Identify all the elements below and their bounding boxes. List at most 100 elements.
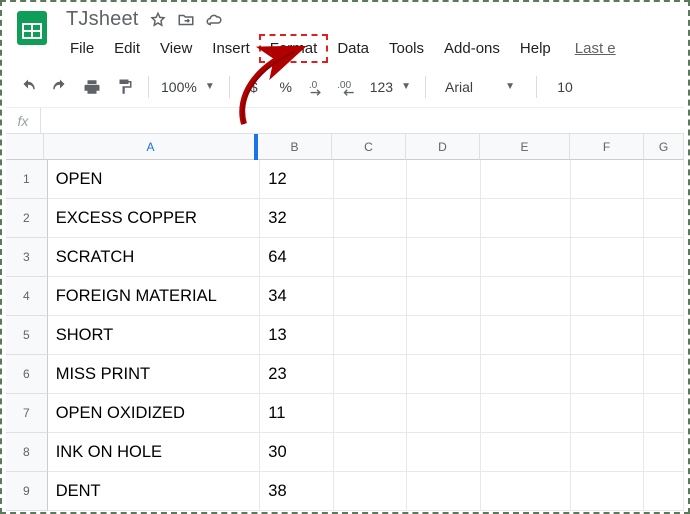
cell[interactable]: 32 <box>260 199 334 238</box>
cell[interactable]: FOREIGN MATERIAL <box>48 277 261 316</box>
cell[interactable] <box>571 394 645 433</box>
cell[interactable]: 38 <box>260 472 334 511</box>
cell[interactable]: SHORT <box>48 316 261 355</box>
cell[interactable] <box>644 433 684 472</box>
row-header[interactable]: 3 <box>6 238 48 277</box>
cell[interactable]: DENT <box>48 472 261 511</box>
zoom-select[interactable]: 100% ▼ <box>159 79 219 95</box>
menu-addons[interactable]: Add-ons <box>434 35 510 62</box>
cell[interactable] <box>407 160 481 199</box>
cell[interactable]: 23 <box>260 355 334 394</box>
select-all-corner[interactable] <box>6 134 44 160</box>
cell[interactable] <box>481 277 570 316</box>
cell[interactable] <box>481 433 570 472</box>
formula-input[interactable] <box>41 108 684 133</box>
menu-help[interactable]: Help <box>510 35 561 62</box>
cell[interactable]: 30 <box>260 433 334 472</box>
cell[interactable] <box>481 160 570 199</box>
redo-button[interactable] <box>46 73 74 101</box>
cell[interactable]: 12 <box>260 160 334 199</box>
cell[interactable] <box>334 355 408 394</box>
font-family-select[interactable]: Arial ▼ <box>436 78 526 96</box>
cell[interactable] <box>481 199 570 238</box>
row-header[interactable]: 9 <box>6 472 48 511</box>
cell[interactable] <box>407 394 481 433</box>
cell[interactable] <box>571 277 645 316</box>
cell[interactable] <box>334 472 408 511</box>
cell[interactable] <box>334 394 408 433</box>
cell[interactable] <box>644 355 684 394</box>
font-size-select[interactable]: 10 <box>547 79 583 95</box>
cell[interactable]: 34 <box>260 277 334 316</box>
cell[interactable]: INK ON HOLE <box>48 433 261 472</box>
cell[interactable] <box>481 355 570 394</box>
cell[interactable] <box>334 160 408 199</box>
cell[interactable] <box>407 472 481 511</box>
cell[interactable] <box>644 160 684 199</box>
cell[interactable] <box>644 316 684 355</box>
cell[interactable] <box>644 238 684 277</box>
column-header-c[interactable]: C <box>332 134 406 160</box>
row-header[interactable]: 7 <box>6 394 48 433</box>
print-button[interactable] <box>78 73 106 101</box>
cloud-status-icon[interactable] <box>205 11 223 29</box>
cell[interactable] <box>571 316 645 355</box>
cell[interactable] <box>644 277 684 316</box>
row-header[interactable]: 4 <box>6 277 48 316</box>
menu-view[interactable]: View <box>150 35 202 62</box>
cell[interactable] <box>481 394 570 433</box>
menu-data[interactable]: Data <box>327 35 379 62</box>
cell[interactable] <box>334 199 408 238</box>
cell[interactable]: 64 <box>260 238 334 277</box>
cell[interactable] <box>334 238 408 277</box>
cell[interactable] <box>407 433 481 472</box>
menu-file[interactable]: File <box>60 35 104 62</box>
cell[interactable]: OPEN OXIDIZED <box>48 394 261 433</box>
cell[interactable] <box>571 160 645 199</box>
undo-button[interactable] <box>14 73 42 101</box>
percent-button[interactable]: % <box>272 73 300 101</box>
column-header-g[interactable]: G <box>644 134 684 160</box>
cell[interactable]: EXCESS COPPER <box>48 199 261 238</box>
cell[interactable]: 11 <box>260 394 334 433</box>
cell[interactable] <box>407 316 481 355</box>
cell[interactable] <box>571 199 645 238</box>
menu-insert[interactable]: Insert <box>202 35 260 62</box>
currency-button[interactable]: $ <box>240 73 268 101</box>
cell[interactable]: MISS PRINT <box>48 355 261 394</box>
cell[interactable] <box>407 355 481 394</box>
menu-last-edit[interactable]: Last e <box>565 35 626 62</box>
cell[interactable] <box>571 355 645 394</box>
cell[interactable] <box>571 433 645 472</box>
cell[interactable] <box>407 199 481 238</box>
cell[interactable] <box>644 199 684 238</box>
decrease-decimal-button[interactable]: .0 <box>304 73 332 101</box>
column-header-e[interactable]: E <box>480 134 570 160</box>
cell[interactable] <box>481 472 570 511</box>
cell[interactable] <box>407 238 481 277</box>
cell[interactable] <box>644 472 684 511</box>
cell[interactable] <box>407 277 481 316</box>
row-header[interactable]: 2 <box>6 199 48 238</box>
column-header-b[interactable]: B <box>258 134 332 160</box>
cell[interactable] <box>481 238 570 277</box>
row-header[interactable]: 1 <box>6 160 48 199</box>
row-header[interactable]: 6 <box>6 355 48 394</box>
paint-format-button[interactable] <box>110 73 138 101</box>
cell[interactable] <box>334 433 408 472</box>
cell[interactable] <box>334 277 408 316</box>
cell[interactable]: OPEN <box>48 160 261 199</box>
more-formats-button[interactable]: 123 ▼ <box>368 79 415 95</box>
cell[interactable] <box>481 316 570 355</box>
move-to-folder-icon[interactable] <box>177 11 195 29</box>
cell[interactable] <box>571 472 645 511</box>
cell[interactable]: 13 <box>260 316 334 355</box>
cell[interactable] <box>571 238 645 277</box>
menu-format[interactable]: Format <box>260 35 328 62</box>
column-header-d[interactable]: D <box>406 134 480 160</box>
star-icon[interactable] <box>149 11 167 29</box>
menu-edit[interactable]: Edit <box>104 35 150 62</box>
row-header[interactable]: 8 <box>6 433 48 472</box>
row-header[interactable]: 5 <box>6 316 48 355</box>
menu-tools[interactable]: Tools <box>379 35 434 62</box>
